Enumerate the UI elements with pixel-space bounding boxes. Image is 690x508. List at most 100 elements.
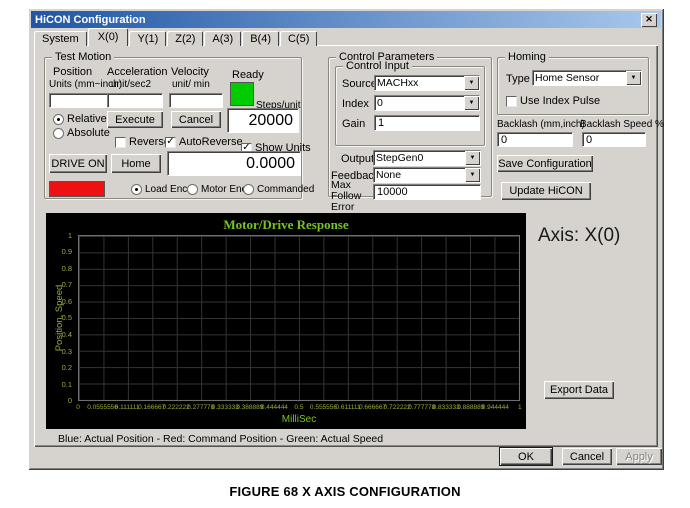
save-configuration-button[interactable]: Save Configuration xyxy=(497,155,593,172)
close-button[interactable]: ✕ xyxy=(641,12,657,27)
motor-drive-response-chart: Motor/Drive Response Position, Speed 1 0.… xyxy=(46,213,526,429)
motor-enc-label: Motor Enc xyxy=(201,184,247,195)
homing-type-label: Type xyxy=(506,73,530,85)
position-input[interactable] xyxy=(49,93,109,108)
load-enc-option[interactable]: Load Enc xyxy=(131,184,187,195)
update-hicon-label: Update HiCON xyxy=(509,185,583,197)
max-follow-error-input[interactable] xyxy=(373,184,481,200)
drive-status-indicator xyxy=(49,181,105,197)
tab-strip: System X(0) Y(1) Z(2) A(3) B(4) C(5) xyxy=(34,28,318,46)
absolute-label: Absolute xyxy=(67,127,110,139)
feedback-dropdown-button[interactable]: ▼ xyxy=(465,168,480,182)
backlash-speed-input[interactable] xyxy=(582,132,646,147)
output-value: StepGen0 xyxy=(376,152,424,164)
cancel-motion-button[interactable]: Cancel xyxy=(171,111,221,128)
absolute-option[interactable]: Absolute xyxy=(53,127,110,139)
load-enc-label: Load Enc xyxy=(145,184,188,195)
chevron-down-icon: ▼ xyxy=(468,80,475,86)
save-configuration-label: Save Configuration xyxy=(498,157,592,170)
x-axis-label: MilliSec xyxy=(281,414,317,425)
drive-on-label: DRIVE ON xyxy=(51,157,105,170)
execute-button[interactable]: Execute xyxy=(107,111,163,128)
tab-label: Y(1) xyxy=(137,32,159,45)
use-index-pulse-checkbox[interactable] xyxy=(506,95,517,107)
homing-type-dropdown-button[interactable]: ▼ xyxy=(626,71,641,85)
titlebar[interactable]: HiCON Configuration ✕ xyxy=(31,11,661,28)
gain-input[interactable] xyxy=(374,115,480,131)
tab-system[interactable]: System xyxy=(34,31,87,46)
chevron-down-icon: ▼ xyxy=(630,75,637,81)
relative-label: Relative xyxy=(67,113,107,125)
tab-z2[interactable]: Z(2) xyxy=(167,31,204,46)
acceleration-input[interactable] xyxy=(107,93,163,108)
velocity-label: Velocity xyxy=(171,66,209,78)
ok-button[interactable]: OK xyxy=(500,448,552,465)
cancel-label: Cancel xyxy=(569,450,605,463)
index-dropdown-button[interactable]: ▼ xyxy=(464,96,479,110)
chevron-down-icon: ▼ xyxy=(469,172,476,178)
test-motion-group: Test Motion Position Units (mm~inch) Acc… xyxy=(44,51,314,199)
index-label: Index xyxy=(342,98,369,110)
export-data-button[interactable]: Export Data xyxy=(544,381,614,399)
tab-label: X(0) xyxy=(97,31,119,43)
relative-radio[interactable] xyxy=(53,113,64,125)
update-hicon-button[interactable]: Update HiCON xyxy=(501,182,591,200)
homing-type-value: Home Sensor xyxy=(535,72,600,84)
tab-label: System xyxy=(42,32,79,45)
cancel-button[interactable]: Cancel xyxy=(562,448,612,465)
output-dropdown[interactable]: StepGen0 ▼ xyxy=(373,150,481,166)
backlash-input[interactable] xyxy=(497,132,573,147)
index-dropdown[interactable]: 0 ▼ xyxy=(374,95,480,111)
homing-type-dropdown[interactable]: Home Sensor ▼ xyxy=(532,70,642,86)
autoreverse-option[interactable]: ✓ AutoReverse xyxy=(165,136,243,148)
home-button[interactable]: Home xyxy=(111,154,161,173)
cancel-motion-label: Cancel xyxy=(178,113,214,126)
reverse-label: Reverse xyxy=(129,136,170,148)
gain-label: Gain xyxy=(342,118,366,130)
control-parameters-group: Control Parameters Control Input Source … xyxy=(328,51,492,213)
motor-enc-radio[interactable] xyxy=(187,184,198,195)
velocity-units-label: unit/ min xyxy=(172,79,210,90)
ok-label: OK xyxy=(518,450,534,463)
autoreverse-checkbox[interactable]: ✓ xyxy=(165,136,176,148)
tab-a3[interactable]: A(3) xyxy=(204,31,242,46)
drive-on-button[interactable]: DRIVE ON xyxy=(49,154,107,173)
chart-title: Motor/Drive Response xyxy=(223,217,349,232)
execute-label: Execute xyxy=(115,113,155,126)
use-index-pulse-option[interactable]: Use Index Pulse xyxy=(506,95,600,107)
figure-caption: FIGURE 68 X AXIS CONFIGURATION xyxy=(229,484,461,499)
load-enc-radio[interactable] xyxy=(131,184,142,195)
backlash-speed-label: Backlash Speed % xyxy=(580,119,664,130)
commanded-radio[interactable] xyxy=(243,184,254,195)
source-value: MACHxx xyxy=(377,77,419,89)
relative-option[interactable]: Relative xyxy=(53,113,107,125)
commanded-option[interactable]: Commanded xyxy=(243,184,314,195)
reverse-checkbox[interactable] xyxy=(115,136,126,148)
position-label: Position xyxy=(53,66,93,78)
absolute-radio[interactable] xyxy=(53,127,64,139)
tab-c5[interactable]: C(5) xyxy=(279,31,318,46)
homing-title: Homing xyxy=(505,51,549,63)
tab-b4[interactable]: B(4) xyxy=(242,31,279,46)
index-value: 0 xyxy=(377,97,383,109)
commanded-label: Commanded xyxy=(257,184,315,195)
home-label: Home xyxy=(121,157,151,170)
output-dropdown-button[interactable]: ▼ xyxy=(465,151,480,165)
motor-enc-option[interactable]: Motor Enc xyxy=(187,184,247,195)
tab-label: C(5) xyxy=(287,32,310,45)
chevron-down-icon: ▼ xyxy=(468,100,475,106)
tab-label: A(3) xyxy=(212,32,234,45)
source-dropdown[interactable]: MACHxx ▼ xyxy=(374,75,480,91)
acceleration-units-label: unit/sec2 xyxy=(111,79,152,90)
reverse-option[interactable]: Reverse xyxy=(115,136,170,148)
chevron-down-icon: ▼ xyxy=(469,155,476,161)
ready-label: Ready xyxy=(232,69,264,81)
homing-group: Homing Type Home Sensor ▼ Use Index Puls… xyxy=(497,51,649,115)
source-dropdown-button[interactable]: ▼ xyxy=(464,76,479,90)
tab-y1[interactable]: Y(1) xyxy=(129,31,167,46)
velocity-input[interactable] xyxy=(169,93,223,108)
hicon-configuration-window: HiCON Configuration ✕ System X(0) Y(1) Z… xyxy=(28,8,664,470)
tab-x0[interactable]: X(0) xyxy=(87,28,129,46)
ready-indicator xyxy=(230,82,254,106)
feedback-dropdown[interactable]: None ▼ xyxy=(373,167,481,183)
